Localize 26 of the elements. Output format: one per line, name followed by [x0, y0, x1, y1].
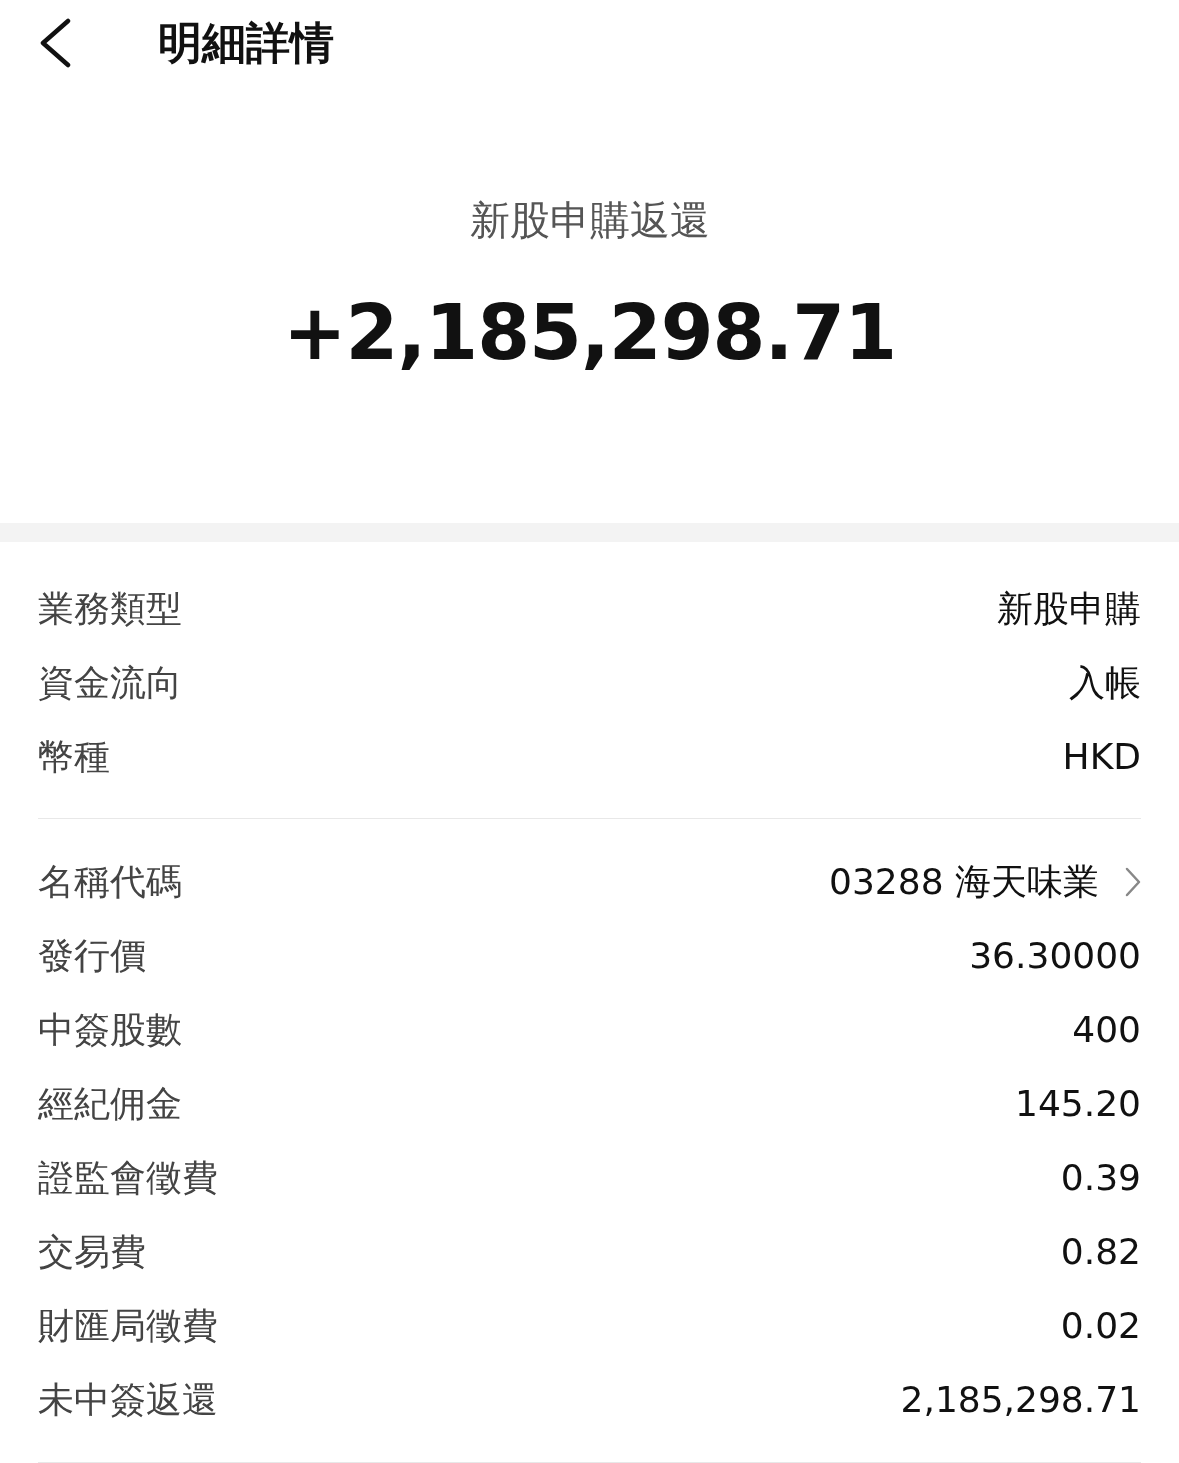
amount: +2,185,298.71	[282, 287, 897, 379]
field-value: 400	[1072, 1008, 1141, 1052]
field-value: HKD	[1062, 735, 1141, 779]
field-label: 經紀佣金	[38, 1082, 182, 1126]
field-label: 證監會徵費	[38, 1156, 218, 1200]
field-value: 新股申購	[997, 587, 1141, 631]
field-label: 交易費	[38, 1230, 146, 1274]
stock-link[interactable]: 03288 海天味業	[829, 855, 1099, 909]
field-label: 未中簽返還	[38, 1378, 218, 1422]
field-value: 36.30000	[969, 934, 1141, 978]
field-value: 0.82	[1060, 1230, 1141, 1274]
field-label: 財匯局徵費	[38, 1304, 218, 1348]
field-label: 業務類型	[38, 587, 182, 631]
chevron-right-icon[interactable]	[1125, 867, 1141, 897]
field-value: 入帳	[1069, 661, 1141, 705]
field-value: 0.02	[1060, 1304, 1141, 1348]
page-title: 明細詳情	[158, 15, 334, 70]
field-label: 名稱代碼	[38, 860, 182, 904]
field-label: 幣種	[38, 735, 110, 779]
field-value: 145.20	[1015, 1082, 1141, 1126]
field-label: 中簽股數	[38, 1008, 182, 1052]
field-value: 2,185,298.71	[900, 1378, 1141, 1422]
transaction-type: 新股申購返還	[469, 196, 710, 245]
field-value: 0.39	[1060, 1156, 1141, 1200]
field-label: 資金流向	[38, 661, 182, 705]
field-label: 發行價	[38, 934, 146, 978]
